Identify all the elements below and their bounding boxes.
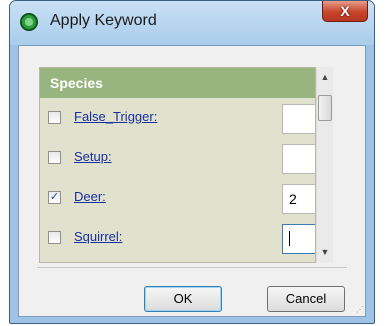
app-icon [20,13,38,31]
window-title: Apply Keyword [50,12,157,29]
keyword-link-false-trigger[interactable]: False_Trigger: [74,109,157,124]
keyword-row: ✓ Deer: 2 [40,178,315,218]
value-input-setup[interactable] [282,144,315,174]
scroll-down-arrow-icon[interactable]: ▼ [317,244,333,261]
text-caret [289,231,290,246]
value-input-deer[interactable]: 2 [282,184,315,214]
ok-button[interactable]: OK [144,286,222,312]
vertical-scrollbar[interactable]: ▲ ▼ [316,67,333,263]
value-input-false-trigger[interactable] [282,104,315,134]
keyword-row: Squirrel: [40,218,315,258]
keyword-row: Setup: [40,138,315,178]
dialog-client-area: Species False_Trigger: Setup: ✓ Deer: 2 [18,45,366,317]
divider [37,267,347,268]
scroll-thumb[interactable] [318,95,332,121]
keyword-link-setup[interactable]: Setup: [74,149,112,164]
checkbox-setup[interactable] [48,151,61,164]
checkbox-false-trigger[interactable] [48,111,61,124]
species-panel: Species False_Trigger: Setup: ✓ Deer: 2 [39,67,316,263]
title-bar[interactable]: Apply Keyword X [10,1,374,45]
checkbox-deer[interactable]: ✓ [48,191,61,204]
cancel-button[interactable]: Cancel [267,286,345,312]
resize-grip-icon[interactable]: ⋰ [356,305,364,314]
checkbox-squirrel[interactable] [48,231,61,244]
panel-header: Species [40,68,315,98]
close-icon: X [340,3,350,19]
close-button[interactable]: X [322,1,368,22]
keyword-row: False_Trigger: [40,98,315,138]
dialog-window: Apply Keyword X Species False_Trigger: S… [9,0,375,324]
keyword-link-deer[interactable]: Deer: [74,189,106,204]
value-input-squirrel[interactable] [282,224,315,254]
checkmark-icon: ✓ [49,191,60,203]
scroll-up-arrow-icon[interactable]: ▲ [317,69,333,86]
keyword-link-squirrel[interactable]: Squirrel: [74,229,122,244]
